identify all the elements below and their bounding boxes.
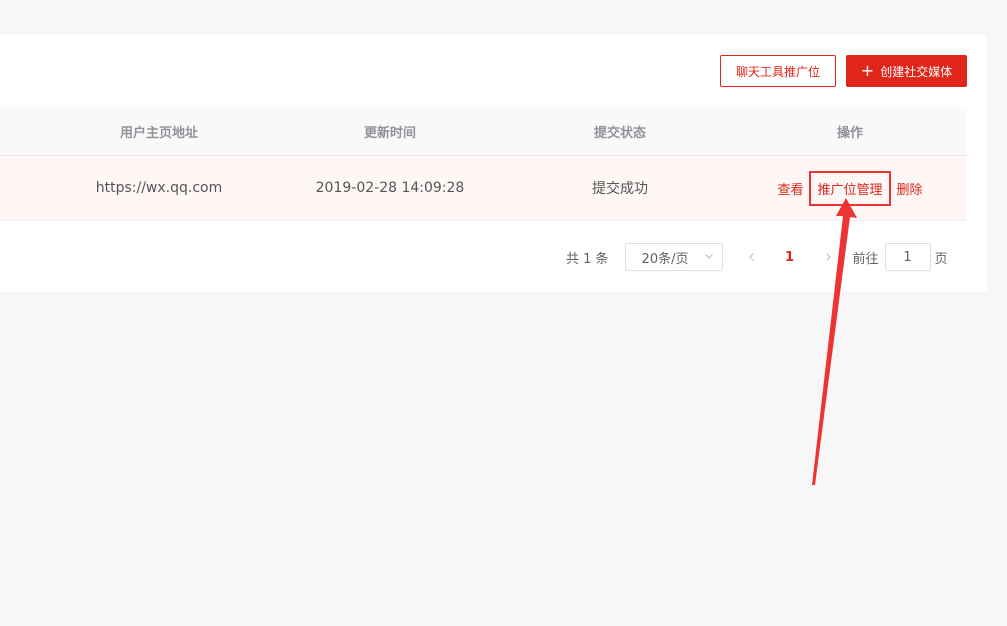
plus-icon: + (860, 61, 875, 80)
pagination: 共 1 条 20条/页 1 前往 页 (560, 243, 948, 271)
chevron-right-icon (825, 253, 831, 261)
table-header: 用户主页地址 更新时间 提交状态 操作 (0, 107, 967, 156)
total-count: 共 1 条 (566, 251, 609, 267)
delete-link[interactable]: 删除 (895, 179, 925, 198)
column-header-status: 提交状态 (593, 125, 646, 141)
goto-label: 前往 (852, 251, 879, 267)
chat-tool-promo-button[interactable]: 聊天工具推广位 (720, 55, 836, 87)
goto-page-input[interactable] (884, 243, 931, 271)
social-media-table: 用户主页地址 更新时间 提交状态 操作 https://wx.qq.com 20… (0, 107, 967, 221)
column-header-actions: 操作 (836, 125, 863, 141)
chevron-down-icon (704, 254, 713, 259)
next-page-button[interactable] (813, 243, 843, 271)
page-number-current[interactable]: 1 (775, 243, 805, 271)
chat-tool-promo-label: 聊天工具推广位 (735, 64, 820, 79)
page-size-value: 20条/页 (641, 251, 689, 267)
column-header-updated: 更新时间 (363, 125, 416, 141)
chevron-left-icon (748, 253, 754, 261)
cell-url: https://wx.qq.com (95, 180, 223, 196)
promo-slot-manage-link[interactable]: 推广位管理 (809, 170, 891, 206)
page-suffix: 页 (934, 251, 948, 267)
cell-updated: 2019-02-28 14:09:28 (315, 180, 465, 196)
view-link[interactable]: 查看 (775, 179, 805, 198)
social-media-panel: 聊天工具推广位 + 创建社交媒体 用户主页地址 更新时间 提交状态 操作 htt… (0, 35, 987, 292)
toolbar: 聊天工具推广位 + 创建社交媒体 (720, 55, 967, 87)
cell-actions: 查看 推广位管理 删除 (750, 156, 950, 220)
create-social-media-label: 创建社交媒体 (880, 64, 953, 79)
column-header-url: 用户主页地址 (119, 125, 198, 141)
cell-status: 提交成功 (592, 181, 648, 197)
table-row: https://wx.qq.com 2019-02-28 14:09:28 提交… (0, 156, 967, 221)
page-size-select[interactable]: 20条/页 (624, 243, 723, 271)
prev-page-button[interactable] (737, 243, 767, 271)
create-social-media-button[interactable]: + 创建社交媒体 (846, 55, 967, 87)
